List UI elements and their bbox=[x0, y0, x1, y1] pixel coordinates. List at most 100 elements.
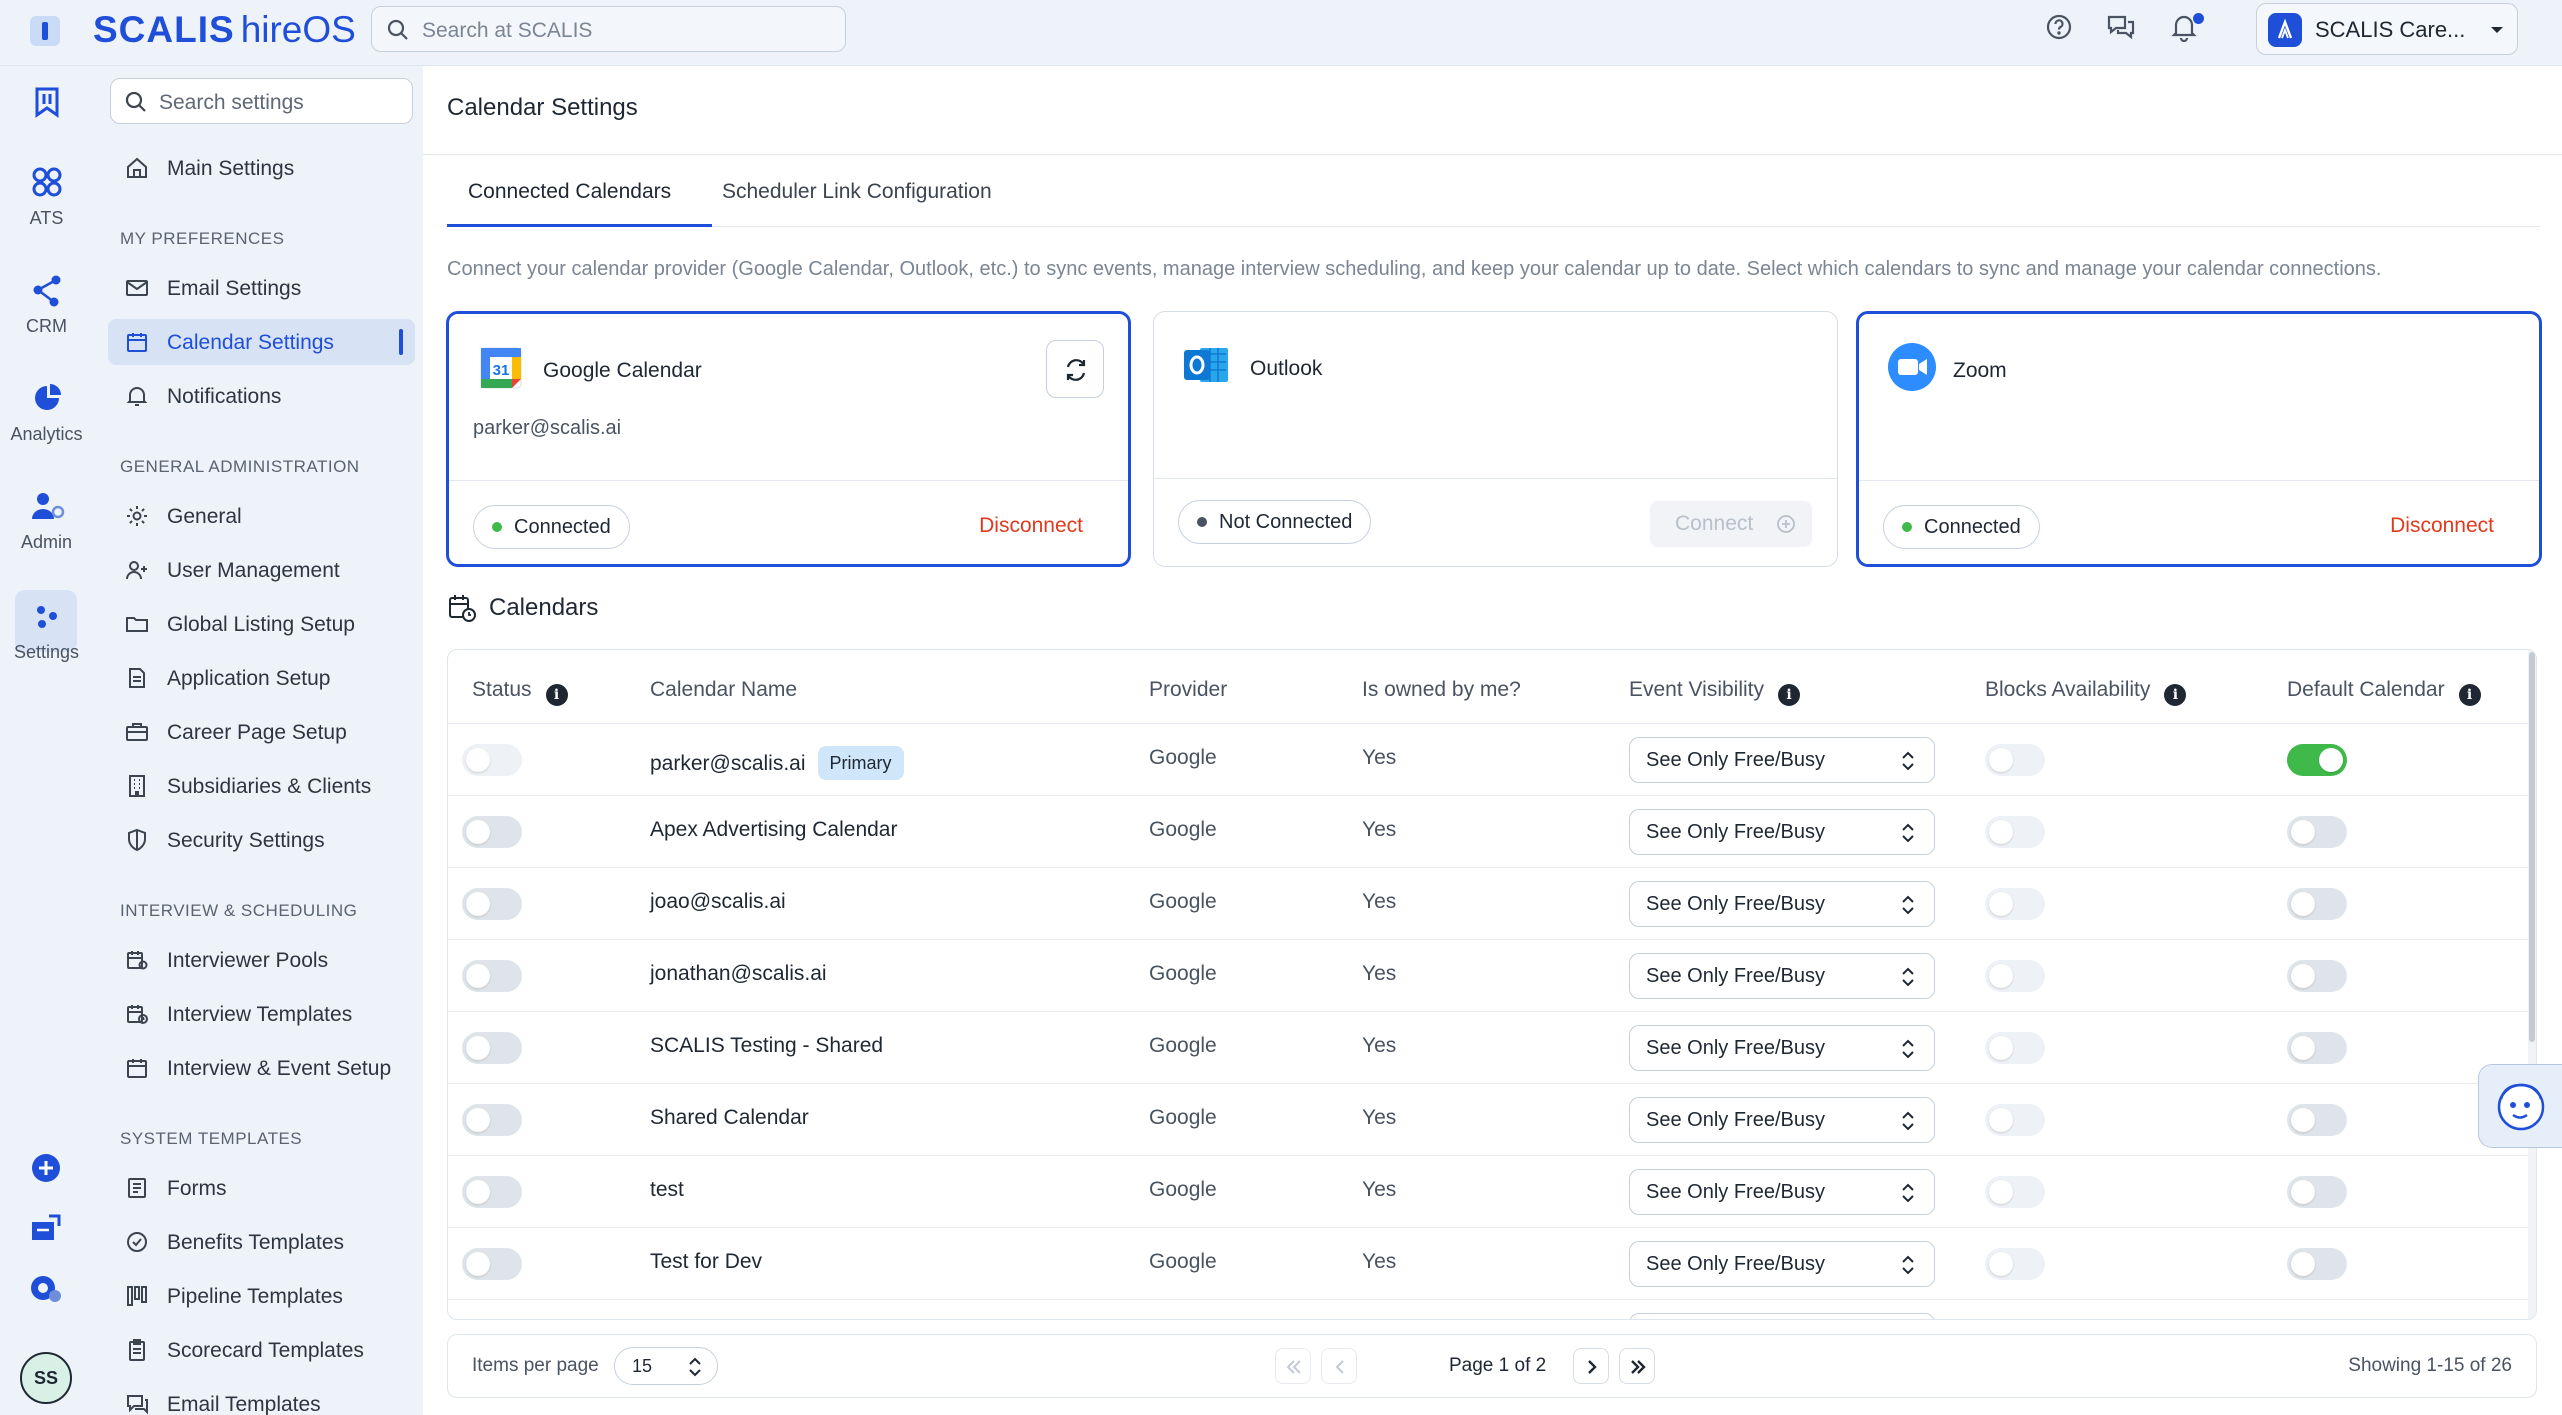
sidebar-item-general[interactable]: General bbox=[108, 493, 415, 539]
status-toggle[interactable] bbox=[462, 1176, 522, 1208]
refresh-button[interactable] bbox=[1046, 340, 1104, 398]
info-icon[interactable]: i bbox=[2458, 684, 2481, 706]
disconnect-button[interactable]: Disconnect bbox=[979, 514, 1083, 538]
blocks-availability-toggle[interactable] bbox=[1985, 888, 2045, 920]
status-toggle[interactable] bbox=[462, 1248, 522, 1280]
default-calendar-toggle[interactable] bbox=[2287, 744, 2347, 776]
next-page-button[interactable] bbox=[1573, 1348, 1609, 1384]
event-visibility-select[interactable]: See Only Free/Busy bbox=[1629, 1097, 1935, 1143]
sidebar-item-interview-templates[interactable]: Interview Templates bbox=[108, 991, 415, 1037]
card-divider bbox=[1154, 478, 1837, 479]
status-toggle[interactable] bbox=[462, 1104, 522, 1136]
scrollbar-thumb[interactable] bbox=[2529, 652, 2535, 1042]
disconnect-button[interactable]: Disconnect bbox=[2390, 514, 2494, 538]
brand-logo[interactable]: SCALIS hireOS bbox=[93, 9, 356, 51]
chat-icon[interactable] bbox=[2106, 13, 2136, 41]
blocks-availability-toggle[interactable] bbox=[1985, 816, 2045, 848]
previous-page-button[interactable] bbox=[1321, 1348, 1357, 1384]
default-calendar-toggle[interactable] bbox=[2287, 888, 2347, 920]
status-toggle[interactable] bbox=[462, 960, 522, 992]
sidebar-item-email-settings[interactable]: Email Settings bbox=[108, 265, 415, 311]
default-calendar-toggle[interactable] bbox=[2287, 1104, 2347, 1136]
owned-cell: Yes bbox=[1362, 962, 1397, 985]
sidebar-item-forms[interactable]: Forms bbox=[108, 1165, 415, 1211]
blocks-availability-toggle[interactable] bbox=[1985, 1104, 2045, 1136]
status-toggle[interactable] bbox=[462, 816, 522, 848]
event-visibility-select[interactable]: See Only Free/Busy bbox=[1629, 1169, 1935, 1215]
rail-item-crm[interactable]: CRM bbox=[0, 274, 93, 354]
sidebar-item-email-templates[interactable]: Email Templates bbox=[108, 1381, 415, 1415]
sidebar-item-calendar-settings[interactable]: Calendar Settings bbox=[108, 319, 415, 365]
status-toggle[interactable] bbox=[462, 888, 522, 920]
event-visibility-select[interactable]: See Only Free/Busy bbox=[1629, 881, 1935, 927]
default-calendar-toggle[interactable] bbox=[2287, 960, 2347, 992]
tab-scheduler-link-configuration[interactable]: Scheduler Link Configuration bbox=[722, 180, 992, 204]
sidebar-item-pipeline-templates[interactable]: Pipeline Templates bbox=[108, 1273, 415, 1319]
user-avatar[interactable]: SS bbox=[20, 1352, 72, 1404]
event-visibility-select[interactable] bbox=[1629, 1313, 1935, 1319]
add-circle-icon[interactable] bbox=[30, 1152, 62, 1184]
settings-search-input[interactable]: Search settings bbox=[110, 78, 413, 124]
status-toggle[interactable] bbox=[462, 744, 522, 776]
blocks-availability-toggle[interactable] bbox=[1985, 1248, 2045, 1280]
event-visibility-select[interactable]: See Only Free/Busy bbox=[1629, 1025, 1935, 1071]
last-page-button[interactable] bbox=[1619, 1348, 1655, 1384]
blocks-availability-toggle[interactable] bbox=[1985, 960, 2045, 992]
event-visibility-select[interactable]: See Only Free/Busy bbox=[1629, 809, 1935, 855]
sidebar-item-subsidiaries-clients[interactable]: Subsidiaries & Clients bbox=[108, 763, 415, 809]
default-calendar-toggle[interactable] bbox=[2287, 1248, 2347, 1280]
blocks-availability-toggle[interactable] bbox=[1985, 1176, 2045, 1208]
main-content: Calendar Settings Connected Calendars Sc… bbox=[423, 66, 2562, 1415]
provider-card-zoom[interactable]: Zoom Connected Disconnect bbox=[1856, 311, 2542, 567]
updown-chevron-icon bbox=[1902, 967, 1914, 987]
sidebar-item-notifications[interactable]: Notifications bbox=[108, 373, 415, 419]
info-icon[interactable]: i bbox=[1778, 684, 1801, 706]
info-icon[interactable]: i bbox=[545, 684, 568, 706]
global-search-input[interactable]: Search at SCALIS bbox=[371, 6, 846, 52]
sidebar-item-label: Application Setup bbox=[167, 667, 331, 690]
rail-item-settings[interactable]: Settings bbox=[0, 596, 93, 676]
profile-sync-icon[interactable] bbox=[29, 1272, 63, 1304]
sidebar-item-label: Email Settings bbox=[167, 277, 302, 300]
sidebar-toggle-icon[interactable] bbox=[30, 16, 60, 46]
sidebar-item-main-settings[interactable]: Main Settings bbox=[108, 145, 415, 191]
sidebar-item-benefits-templates[interactable]: Benefits Templates bbox=[108, 1219, 415, 1265]
assistant-button[interactable] bbox=[2478, 1064, 2562, 1148]
sidebar-item-application-setup[interactable]: Application Setup bbox=[108, 655, 415, 701]
first-page-button[interactable] bbox=[1275, 1348, 1311, 1384]
sidebar-item-label: Email Templates bbox=[167, 1393, 321, 1415]
blocks-availability-toggle[interactable] bbox=[1985, 1032, 2045, 1064]
default-calendar-toggle[interactable] bbox=[2287, 1176, 2347, 1208]
default-calendar-toggle[interactable] bbox=[2287, 816, 2347, 848]
rail-item-admin[interactable]: Admin bbox=[0, 490, 93, 570]
sidebar-item-scorecard-templates[interactable]: Scorecard Templates bbox=[108, 1327, 415, 1373]
table-scrollbar[interactable] bbox=[2528, 650, 2536, 1319]
items-per-page-select[interactable]: 15 bbox=[614, 1347, 718, 1385]
sidebar-item-user-management[interactable]: User Management bbox=[108, 547, 415, 593]
sidebar-item-career-page-setup[interactable]: Career Page Setup bbox=[108, 709, 415, 755]
provider-card-google[interactable]: 31 Google Calendar parker@scalis.ai Conn… bbox=[446, 311, 1131, 567]
sidebar-item-interviewer-pools[interactable]: Interviewer Pools bbox=[108, 937, 415, 983]
provider-card-outlook[interactable]: Outlook Not Connected Connect bbox=[1153, 311, 1838, 567]
account-switcher[interactable]: SCALIS Care... bbox=[2256, 3, 2518, 55]
rail-item-analytics[interactable]: Analytics bbox=[0, 382, 93, 462]
connect-button[interactable]: Connect bbox=[1650, 501, 1812, 547]
tab-connected-calendars[interactable]: Connected Calendars bbox=[468, 180, 671, 204]
bookmark-icon[interactable] bbox=[33, 86, 61, 118]
info-icon[interactable]: i bbox=[2164, 684, 2187, 706]
event-visibility-select[interactable]: See Only Free/Busy bbox=[1629, 953, 1935, 999]
inbox-icon[interactable] bbox=[29, 1212, 63, 1244]
default-calendar-toggle[interactable] bbox=[2287, 1032, 2347, 1064]
sidebar-item-security-settings[interactable]: Security Settings bbox=[108, 817, 415, 863]
blocks-availability-toggle[interactable] bbox=[1985, 744, 2045, 776]
status-toggle[interactable] bbox=[462, 1032, 522, 1064]
home-icon bbox=[127, 157, 147, 178]
event-visibility-select[interactable]: See Only Free/Busy bbox=[1629, 1241, 1935, 1287]
provider-cell: Google bbox=[1149, 1178, 1217, 1201]
sidebar-item-interview-event-setup[interactable]: Interview & Event Setup bbox=[108, 1045, 415, 1091]
event-visibility-select[interactable]: See Only Free/Busy bbox=[1629, 737, 1935, 783]
rail-item-ats[interactable]: ATS bbox=[0, 166, 93, 246]
sidebar-item-global-listing-setup[interactable]: Global Listing Setup bbox=[108, 601, 415, 647]
updown-chevron-icon bbox=[1902, 1255, 1914, 1275]
help-icon[interactable] bbox=[2045, 13, 2073, 41]
